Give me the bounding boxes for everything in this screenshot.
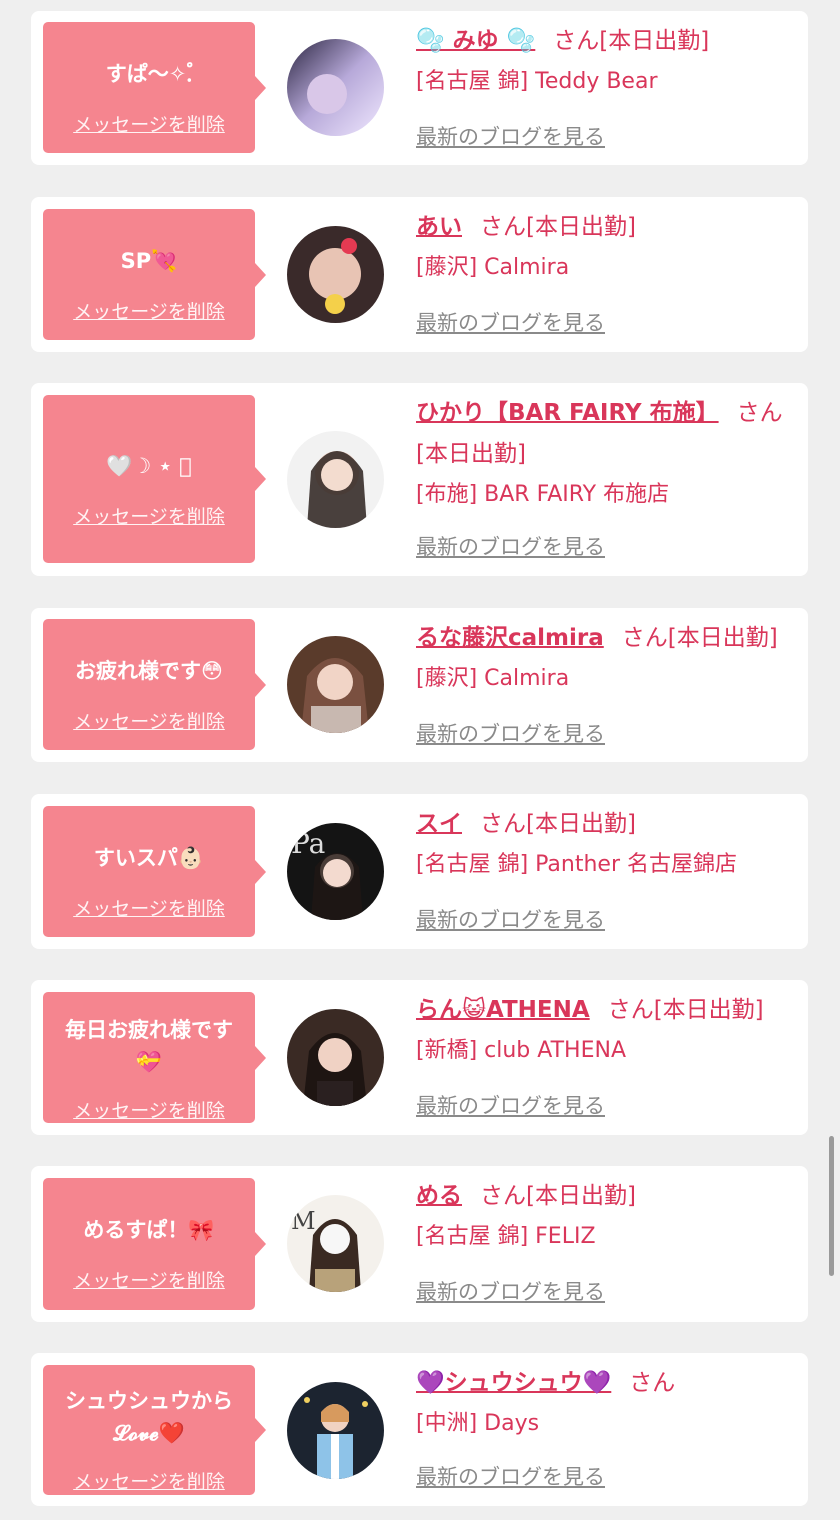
message-card: 🤍☽ ⋆ ゚ メッセージを削除 ひかり【BAR FAIRY 布施】 さん[本日出勤… [31, 383, 808, 576]
name-suffix: さん[本日出勤] [480, 1183, 636, 1209]
message-text: すぱ〜✧.゚ [105, 62, 193, 86]
girl-info: あい さん[本日出勤] [藤沢] Calmira [416, 207, 801, 288]
latest-blog-link[interactable]: 最新のブログを見る [416, 1276, 605, 1306]
delete-message-link[interactable]: メッセージを削除 [43, 502, 255, 529]
girl-name-link[interactable]: める [416, 1183, 462, 1209]
delete-message-link[interactable]: メッセージを削除 [43, 894, 255, 921]
message-text: シュウシュウから 𝓛𝓸𝓿𝓮❤️ [65, 1389, 233, 1445]
latest-blog-link[interactable]: 最新のブログを見る [416, 307, 605, 337]
name-suffix: さん[本日出勤] [553, 28, 710, 54]
message-text: すいスパ👶🏻 [93, 846, 205, 870]
message-card: シュウシュウから 𝓛𝓸𝓿𝓮❤️ メッセージを削除 💜シュウシュウ💜 さん [中洲]… [31, 1353, 808, 1506]
avatar[interactable]: Pa [287, 823, 384, 920]
message-bubble: 🤍☽ ⋆ ゚ メッセージを削除 [43, 395, 266, 563]
delete-message-link[interactable]: メッセージを削除 [43, 110, 255, 137]
girl-name-link[interactable]: るな藤沢calmira [416, 625, 604, 651]
avatar[interactable] [287, 636, 384, 733]
latest-blog-link[interactable]: 最新のブログを見る [416, 531, 605, 561]
name-suffix: さん[本日出勤] [607, 997, 764, 1023]
avatar[interactable] [287, 226, 384, 323]
girl-name-link[interactable]: 💜シュウシュウ💜 [416, 1370, 611, 1396]
latest-blog-link[interactable]: 最新のブログを見る [416, 718, 605, 748]
name-suffix: さん[本日出勤] [480, 214, 636, 240]
message-bubble: 毎日お疲れ様です 💝 メッセージを削除 [43, 992, 266, 1123]
girl-photo-icon [287, 226, 384, 323]
girl-photo-icon [287, 1009, 384, 1106]
message-card: 毎日お疲れ様です 💝 メッセージを削除 らん😺ATHENA さん[本日出勤] [新… [31, 980, 808, 1135]
message-text: 毎日お疲れ様です 💝 [65, 1018, 233, 1074]
shop-name: [名古屋 錦] Panther 名古屋錦店 [416, 852, 737, 877]
girl-photo-icon [287, 431, 384, 528]
girl-photo-icon [287, 636, 384, 733]
latest-blog-link[interactable]: 最新のブログを見る [416, 121, 605, 151]
message-card: すいスパ👶🏻 メッセージを削除 Pa スイ さん[本日出勤] [名古屋 錦] Pa… [31, 794, 808, 949]
shop-name: [名古屋 錦] Teddy Bear [416, 69, 658, 94]
message-bubble: お疲れ様です😳 メッセージを削除 [43, 619, 266, 750]
girl-photo-icon [287, 39, 384, 136]
girl-info: スイ さん[本日出勤] [名古屋 錦] Panther 名古屋錦店 [416, 804, 801, 885]
shop-name: [藤沢] Calmira [416, 666, 570, 691]
girl-name-link[interactable]: 🫧 みゆ 🫧 [416, 28, 535, 54]
scrollbar[interactable] [829, 1136, 834, 1276]
girl-photo-icon: M [287, 1195, 384, 1292]
latest-blog-link[interactable]: 最新のブログを見る [416, 1090, 605, 1120]
message-text: お疲れ様です😳 [75, 659, 223, 683]
avatar[interactable]: M [287, 1195, 384, 1292]
girl-info: 💜シュウシュウ💜 さん [中洲] Days [416, 1363, 801, 1444]
avatar[interactable] [287, 39, 384, 136]
message-card: めるすぱ！🎀 メッセージを削除 M める さん[本日出勤] [名古屋 錦] FEL… [31, 1166, 808, 1322]
avatar[interactable] [287, 1009, 384, 1106]
shop-name: [新橋] club ATHENA [416, 1038, 626, 1063]
delete-message-link[interactable]: メッセージを削除 [43, 1266, 255, 1293]
message-text: めるすぱ！🎀 [83, 1218, 215, 1242]
delete-message-link[interactable]: メッセージを削除 [43, 297, 255, 324]
svg-text:M: M [291, 1207, 316, 1235]
shop-name: [名古屋 錦] FELIZ [416, 1224, 596, 1249]
latest-blog-link[interactable]: 最新のブログを見る [416, 904, 605, 934]
girl-info: るな藤沢calmira さん[本日出勤] [藤沢] Calmira [416, 618, 801, 699]
avatar[interactable] [287, 1382, 384, 1479]
delete-message-link[interactable]: メッセージを削除 [43, 1096, 255, 1123]
girl-photo-icon: Pa [287, 823, 384, 920]
svg-text:Pa: Pa [291, 827, 325, 860]
message-text: 🤍☽ ⋆ ゚ [106, 454, 192, 478]
girl-info: 🫧 みゆ 🫧 さん[本日出勤] [名古屋 錦] Teddy Bear [416, 21, 801, 102]
girl-name-link[interactable]: らん😺ATHENA [416, 997, 590, 1023]
girl-name-link[interactable]: あい [416, 214, 462, 240]
girl-info: ひかり【BAR FAIRY 布施】 さん[本日出勤] [布施] BAR FAIRY… [416, 393, 801, 515]
message-card: すぱ〜✧.゚ メッセージを削除 🫧 みゆ 🫧 さん[本日出勤] [名古屋 錦] T… [31, 11, 808, 165]
delete-message-link[interactable]: メッセージを削除 [43, 1467, 255, 1494]
message-card: SP💘 メッセージを削除 あい さん[本日出勤] [藤沢] Calmira 最新の… [31, 197, 808, 352]
message-bubble: めるすぱ！🎀 メッセージを削除 [43, 1178, 266, 1310]
name-suffix: さん[本日出勤] [480, 811, 636, 837]
shop-name: [藤沢] Calmira [416, 255, 570, 280]
message-bubble: SP💘 メッセージを削除 [43, 209, 266, 340]
message-bubble: すぱ〜✧.゚ メッセージを削除 [43, 22, 266, 153]
name-suffix: さん[本日出勤] [621, 625, 778, 651]
message-bubble: シュウシュウから 𝓛𝓸𝓿𝓮❤️ メッセージを削除 [43, 1365, 266, 1495]
name-suffix: さん [629, 1370, 676, 1396]
girl-name-link[interactable]: ひかり【BAR FAIRY 布施】 [416, 400, 719, 426]
shop-name: [中洲] Days [416, 1411, 540, 1436]
avatar[interactable] [287, 431, 384, 528]
message-card: お疲れ様です😳 メッセージを削除 るな藤沢calmira さん[本日出勤] [藤沢… [31, 608, 808, 762]
shop-name: [布施] BAR FAIRY 布施店 [416, 482, 670, 507]
delete-message-link[interactable]: メッセージを削除 [43, 707, 255, 734]
message-text: SP💘 [120, 249, 178, 273]
message-bubble: すいスパ👶🏻 メッセージを削除 [43, 806, 266, 937]
girl-photo-icon [287, 1382, 384, 1479]
girl-info: める さん[本日出勤] [名古屋 錦] FELIZ [416, 1176, 801, 1257]
girl-name-link[interactable]: スイ [416, 811, 462, 837]
latest-blog-link[interactable]: 最新のブログを見る [416, 1461, 605, 1491]
girl-info: らん😺ATHENA さん[本日出勤] [新橋] club ATHENA [416, 990, 801, 1071]
